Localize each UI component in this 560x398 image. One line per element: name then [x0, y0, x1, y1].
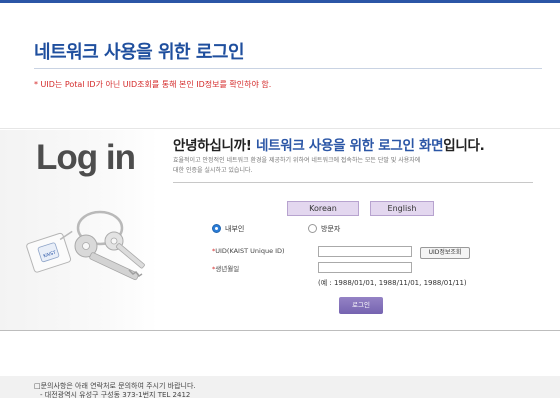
intro-description: 효율적이고 안정적인 네트워크 환경을 제공하기 위하여 네트워크에 접속하는 … — [173, 156, 513, 176]
birthdate-input[interactable] — [318, 262, 412, 273]
page-title: 네트워크 사용을 위한 로그인 — [34, 42, 245, 63]
birthdate-format-example: (예 : 1988/01/01, 1988/11/01, 1988/01/11) — [318, 279, 467, 287]
description-line-1: 효율적이고 안정적인 네트워크 환경을 제공하기 위하여 네트워크에 접속하는 … — [173, 157, 421, 164]
greeting-suffix: 입니다. — [443, 138, 485, 154]
footer-address: - 대전광역시 유성구 구성동 373-1번지 TEL 2412 — [40, 391, 191, 398]
content-top-divider — [0, 128, 560, 129]
login-hero-text: Log in — [36, 138, 136, 177]
network-login-page: 네트워크 사용을 위한 로그인 * UID는 Potal ID가 아닌 UID조… — [0, 0, 560, 398]
greeting-login-screen-text: 로그인 화면 — [378, 138, 444, 154]
title-divider — [34, 68, 542, 69]
insider-radio[interactable] — [212, 224, 221, 233]
uid-label-text: UID(KAIST Unique ID) — [215, 247, 285, 255]
top-accent-bar — [0, 0, 560, 3]
keys-illustration-icon: KAIST — [26, 210, 145, 281]
birthdate-field-label: *생년월일 — [212, 263, 239, 273]
intro-divider — [173, 182, 533, 183]
form-bottom-divider — [0, 330, 560, 331]
description-line-2: 대한 인증을 실시하고 있습니다. — [173, 167, 253, 174]
greeting-network-text: 네트워크 사용을 위한 — [255, 138, 374, 154]
uid-field-label: *UID(KAIST Unique ID) — [212, 247, 285, 255]
greeting-prefix: 안녕하십니까! — [173, 138, 252, 154]
visitor-radio-label[interactable]: 방문자 — [321, 224, 340, 234]
birthdate-label-text: 생년월일 — [215, 265, 240, 273]
uid-notice: * UID는 Potal ID가 아닌 UID조회를 통해 본인 ID정보를 확… — [34, 80, 272, 89]
uid-lookup-button[interactable]: UID정보조회 — [420, 247, 470, 259]
insider-radio-label[interactable]: 내부인 — [225, 224, 244, 234]
korean-language-button[interactable]: Korean — [287, 201, 359, 216]
greeting-heading: 안녕하십니까! 네트워크 사용을 위한 로그인 화면입니다. — [173, 134, 485, 154]
login-button[interactable]: 로그인 — [339, 297, 383, 314]
visitor-radio[interactable] — [308, 224, 317, 233]
english-language-button[interactable]: English — [370, 201, 434, 216]
uid-input[interactable] — [318, 246, 412, 257]
